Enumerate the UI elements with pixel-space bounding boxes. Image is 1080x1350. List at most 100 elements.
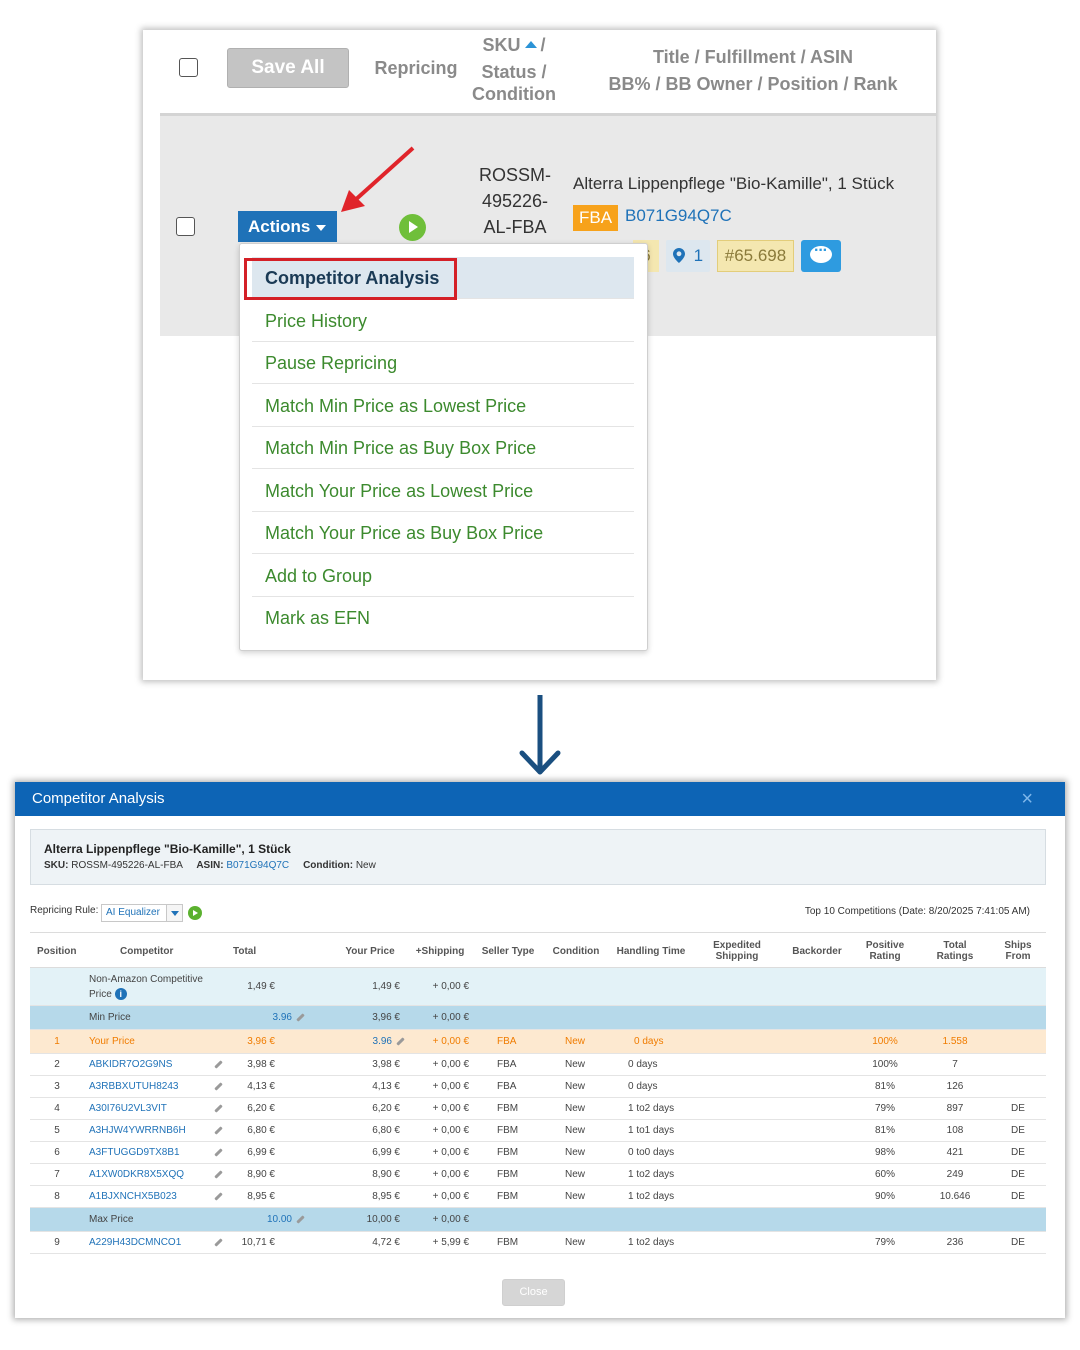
title-header[interactable]: Title / Fulfillment / ASIN BB% / BB Owne… [598,45,908,96]
pencil-icon[interactable] [396,1037,405,1046]
top-competitions-info: Top 10 Competitions (Date: 8/20/2025 7:4… [804,906,1030,917]
cell-ships-from: DE [1011,1191,1025,1202]
menu-item-price-history[interactable]: Price History [252,300,634,342]
cell-total: 3,96 € [247,1036,275,1047]
cell-positive: 100% [872,1059,898,1070]
your-price-input[interactable]: 3.96 [330,1030,405,1053]
menu-item-add-to-group[interactable]: Add to Group [252,555,634,597]
cell-competitor[interactable]: A3HJW4YWRRNB6H [89,1120,189,1141]
chevron-down-icon [166,905,182,921]
cell-handling: 1 to2 days [628,1191,675,1202]
close-button[interactable]: Close [502,1279,565,1306]
cell-handling: 1 to2 days [628,1237,675,1248]
cell-competitor[interactable]: A30I76U2VL3VIT [89,1098,189,1119]
cell-competitor[interactable]: A3FTUGGD9TX8B1 [89,1142,189,1163]
product-info-box: Alterra Lippenpflege "Bio-Kamille", 1 St… [30,829,1046,885]
cell-shipping: + 0,00 € [432,1147,469,1158]
cell-total: 8,95 € [247,1191,275,1202]
cell-your-price: 10,00 € [366,1214,400,1225]
menu-item-match-your-lowest[interactable]: Match Your Price as Lowest Price [252,470,634,512]
cell-total: 4,13 € [247,1081,275,1092]
your-price-value: 3.96 [372,1036,392,1047]
row-title: Alterra Lippenpflege "Bio-Kamille", 1 St… [573,174,895,193]
cell-total: 6,20 € [247,1103,275,1114]
cell-competitor[interactable]: A229H43DCMNCO1 [89,1232,189,1253]
condition-label: Condition: [303,860,354,871]
cell-seller-type: FBM [497,1125,519,1136]
col-ships-from: Ships From [1004,940,1032,962]
modal-title: Competitor Analysis [32,790,165,807]
cell-seller-type: FBM [497,1237,519,1248]
cell-ships-from [998,1054,1038,1075]
cell-ratings: 421 [946,1147,964,1158]
cell-handling: 0 to0 days [628,1147,675,1158]
cell-total: 6,99 € [247,1147,275,1158]
cell-position: 4 [54,1103,60,1114]
asin-value[interactable]: B071G94Q7C [226,860,289,871]
asin-link[interactable]: B071G94Q7C [625,206,732,226]
cell-competitor[interactable]: A3RBBXUTUH8243 [89,1076,189,1097]
sku-status-condition-header[interactable]: SKU / Status / Condition [463,33,565,106]
menu-item-mark-as-efn[interactable]: Mark as EFN [252,597,634,639]
menu-item-match-your-buybox[interactable]: Match Your Price as Buy Box Price [252,512,634,554]
info-icon[interactable]: i [114,987,127,1000]
table-row: 4 A30I76U2VL3VIT 6,20 € 6,20 € + 0,00 € FBM Ne… [30,1098,1046,1120]
cell-competitor: Your Price [89,1036,135,1047]
cell-seller-type: FBM [497,1147,519,1158]
chat-button[interactable] [801,240,841,272]
menu-item-pause-repricing[interactable]: Pause Repricing [252,342,634,384]
table-row: 2 ABKIDR7O2G9NS 3,98 € 3,98 € + 0,00 € FBA New… [30,1054,1046,1076]
cell-ratings: 897 [946,1103,964,1114]
cell-position: 1 [54,1036,60,1047]
cell-handling: 0 days [628,1059,658,1070]
select-all-checkbox[interactable] [179,58,198,77]
cell-positive: 90% [874,1191,895,1202]
non-amazon-label-line2: Price [89,988,112,1000]
actions-dropdown-button[interactable]: Actions [238,211,337,242]
competitor-analysis-modal: Competitor Analysis × Alterra Lippenpfle… [15,782,1065,1318]
cell-ratings: 236 [946,1237,964,1248]
cell-competitor[interactable]: ABKIDR7O2G9NS [89,1054,189,1075]
menu-item-match-min-lowest[interactable]: Match Min Price as Lowest Price [252,385,634,427]
save-all-button[interactable]: Save All [227,48,349,88]
pencil-icon[interactable] [296,1013,305,1022]
status-header-label: Status / [481,62,547,82]
cell-condition: New [565,1036,586,1047]
cell-your-price: 3,98 € [372,1059,400,1070]
close-icon[interactable]: × [1021,782,1033,816]
repricing-rule-select[interactable]: AI Equalizer [101,904,183,922]
cell-ratings: 126 [946,1081,964,1092]
max-price-label: Max Price [89,1214,134,1225]
row-checkbox[interactable] [176,217,195,236]
cell-ratings: 10.646 [939,1191,971,1202]
position-badge: 1 [666,240,710,272]
cell-condition: New [565,1191,586,1202]
cell-shipping: + 0,00 € [432,1036,469,1047]
title-header-line2: BB% / BB Owner / Position / Rank [608,74,898,94]
cell-ratings: 108 [946,1125,964,1136]
cell-seller-type: FBM [497,1191,519,1202]
cell-ships-from [998,1076,1038,1097]
sort-ascending-icon [524,41,537,49]
repricing-rule-value: AI Equalizer [106,907,160,918]
cell-shipping: + 0,00 € [432,1059,469,1070]
sku-label: SKU: [44,860,69,871]
cell-positive: 81% [874,1125,895,1136]
red-pointer-arrow-icon [341,146,415,212]
play-icon[interactable] [188,906,202,920]
sku-value: ROSSM-495226-AL-FBA [71,860,183,871]
col-competitor: Competitor [120,945,174,957]
chat-bubble-icon [810,242,832,263]
min-price-input[interactable]: 3.96 [230,1006,305,1029]
repricing-header[interactable]: Repricing [371,56,461,80]
menu-item-match-min-buybox[interactable]: Match Min Price as Buy Box Price [252,427,634,469]
col-your-price: Your Price [345,945,395,957]
max-price-input[interactable]: 10.00 [230,1208,305,1231]
col-positive-rating: Positive Rating [865,940,905,962]
cell-competitor[interactable]: A1XW0DKR8X5XQQ [89,1164,189,1185]
cell-competitor[interactable]: A1BJXNCHX5B023 [89,1186,189,1207]
cell-total: 1,49 € [247,981,275,992]
pencil-icon[interactable] [296,1215,305,1224]
cell-position: 7 [54,1169,60,1180]
actions-menu: Competitor Analysis Price History Pause … [239,243,648,651]
